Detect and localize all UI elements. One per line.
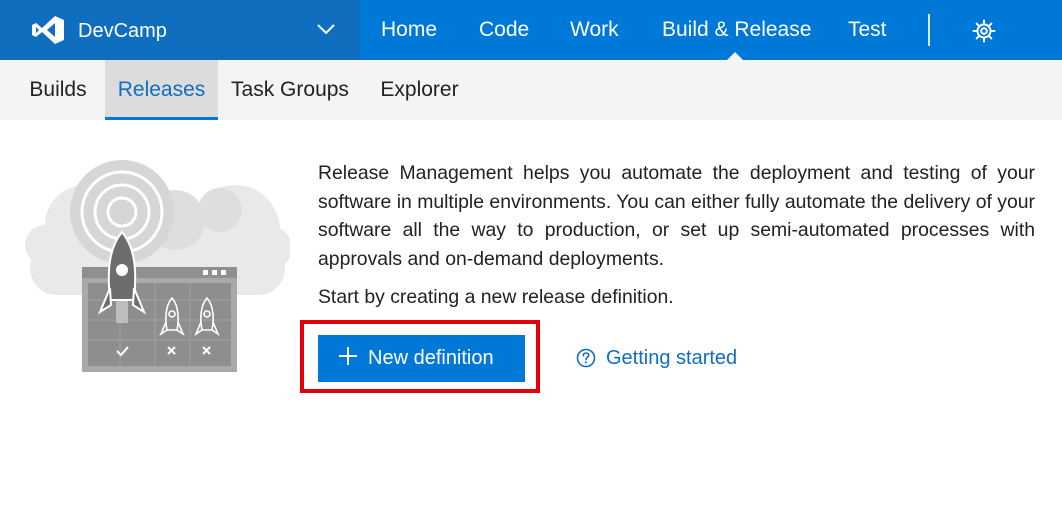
project-name: DevCamp xyxy=(78,20,167,42)
question-circle-icon xyxy=(576,348,596,368)
start-instruction: Start by creating a new release definiti… xyxy=(318,286,674,308)
visual-studio-logo-icon xyxy=(32,16,64,44)
top-navigation-bar: DevCamp Home Code Work Build & Release T… xyxy=(0,0,1062,60)
nav-build-release[interactable]: Build & Release xyxy=(662,18,811,42)
project-selector[interactable]: DevCamp xyxy=(0,0,360,60)
release-management-description: Release Management helps you automate th… xyxy=(318,162,1035,270)
gear-icon[interactable] xyxy=(972,19,996,43)
nav-home[interactable]: Home xyxy=(381,18,437,42)
nav-work[interactable]: Work xyxy=(570,18,619,42)
tab-task-groups[interactable]: Task Groups xyxy=(222,60,358,120)
tab-releases[interactable]: Releases xyxy=(105,60,218,120)
active-nav-indicator xyxy=(727,52,743,60)
tab-explorer[interactable]: Explorer xyxy=(366,60,473,120)
tab-builds[interactable]: Builds xyxy=(17,60,99,120)
highlight-annotation-box xyxy=(300,320,540,393)
nav-code[interactable]: Code xyxy=(479,18,529,42)
nav-test[interactable]: Test xyxy=(848,18,887,42)
chevron-down-icon[interactable] xyxy=(316,22,336,36)
rocket-release-illustration xyxy=(25,160,290,372)
getting-started-label: Getting started xyxy=(606,346,738,369)
nav-divider xyxy=(928,14,930,46)
sub-navigation-bar: Builds Releases Task Groups Explorer xyxy=(0,60,1062,120)
getting-started-link[interactable]: Getting started xyxy=(576,345,737,371)
